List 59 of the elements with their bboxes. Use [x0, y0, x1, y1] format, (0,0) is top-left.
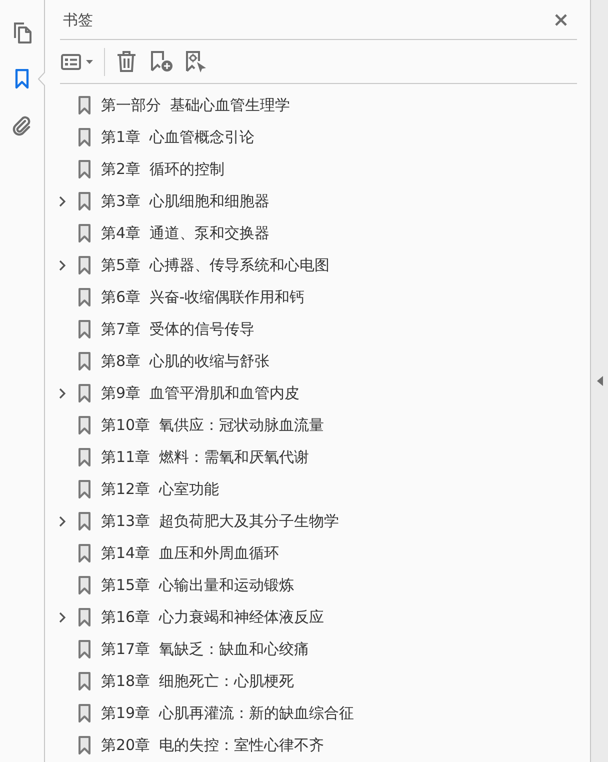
bookmark-label[interactable]: 第5章 心搏器、传导系统和心电图 [101, 255, 330, 275]
bookmark-icon [78, 640, 91, 658]
caret-down-icon [86, 60, 93, 64]
bookmark-icon [78, 224, 91, 242]
bookmark-cursor-icon [185, 50, 207, 72]
bookmark-label[interactable]: 第一部分 基础心血管生理学 [101, 95, 290, 115]
bookmark-icon [78, 416, 91, 434]
bookmark-label[interactable]: 第17章 氧缺乏：缺血和心绞痛 [101, 639, 309, 659]
bookmark-icon [78, 160, 91, 178]
bookmark-label[interactable]: 第20章 电的失控：室性心律不齐 [101, 735, 324, 755]
bookmark-label[interactable]: 第10章 氧供应：冠状动脉血流量 [101, 415, 324, 435]
bookmark-label[interactable]: 第8章 心肌的收缩与舒张 [101, 351, 270, 371]
bookmark-icon [78, 128, 91, 146]
bookmark-icon [15, 69, 29, 89]
bookmark-label[interactable]: 第1章 心血管概念引论 [101, 127, 254, 147]
chevron-right-icon[interactable] [58, 388, 66, 398]
bookmark-label[interactable]: 第7章 受体的信号传导 [101, 319, 254, 339]
bookmark-label[interactable]: 第2章 循环的控制 [101, 159, 224, 179]
bookmark-icon [78, 608, 91, 626]
bookmark-icon [78, 704, 91, 722]
triangle-left-icon [596, 376, 602, 386]
chevron-right-icon[interactable] [58, 196, 66, 206]
bookmark-label[interactable]: 第4章 通道、泵和交换器 [101, 223, 270, 243]
bookmark-label[interactable]: 第3章 心肌细胞和细胞器 [101, 191, 270, 211]
new-bookmark-button[interactable] [148, 48, 174, 74]
bookmark-icon [78, 672, 91, 690]
bookmark-label[interactable]: 第16章 心力衰竭和神经体液反应 [101, 607, 324, 627]
bookmark-label[interactable]: 第15章 心输出量和运动锻炼 [101, 575, 294, 595]
bookmark-icon [78, 544, 91, 562]
chevron-right-icon[interactable] [58, 612, 66, 622]
chevron-right-icon[interactable] [58, 260, 66, 270]
bookmark-label[interactable]: 第12章 心室功能 [101, 479, 219, 499]
bookmark-icon [78, 512, 91, 530]
bookmark-label[interactable]: 第9章 血管平滑肌和血管内皮 [101, 383, 300, 403]
bookmark-icon [78, 256, 91, 274]
bookmark-icon [78, 384, 91, 402]
bookmark-label[interactable]: 第13章 超负荷肥大及其分子生物学 [101, 511, 339, 531]
trash-icon [116, 51, 136, 72]
bookmark-label[interactable]: 第11章 燃料：需氧和厌氧代谢 [101, 447, 309, 467]
bookmark-icon [78, 192, 91, 210]
paperclip-icon [12, 114, 32, 136]
bookmark-icon [78, 352, 91, 370]
bookmark-label[interactable]: 第6章 兴奋-收缩偶联作用和钙 [101, 287, 305, 307]
bookmark-icon [78, 320, 91, 338]
bookmark-label[interactable]: 第18章 细胞死亡：心肌梗死 [101, 671, 294, 691]
bookmark-label[interactable]: 第19章 心肌再灌流：新的缺血综合征 [101, 703, 354, 723]
bookmark-icon [78, 96, 91, 114]
close-icon [555, 14, 567, 26]
bookmark-icon [78, 448, 91, 466]
bookmark-icon [78, 576, 91, 594]
bookmark-plus-icon [150, 51, 172, 72]
pages-icon [12, 22, 32, 44]
list-icon [61, 54, 81, 70]
chevron-right-icon[interactable] [58, 516, 66, 526]
bookmark-icon [78, 480, 91, 498]
bookmark-label[interactable]: 第14章 血压和外周血循环 [101, 543, 279, 563]
bookmark-icon [78, 288, 91, 306]
panel-title: 书签 [62, 10, 93, 30]
bookmark-icon [78, 736, 91, 754]
